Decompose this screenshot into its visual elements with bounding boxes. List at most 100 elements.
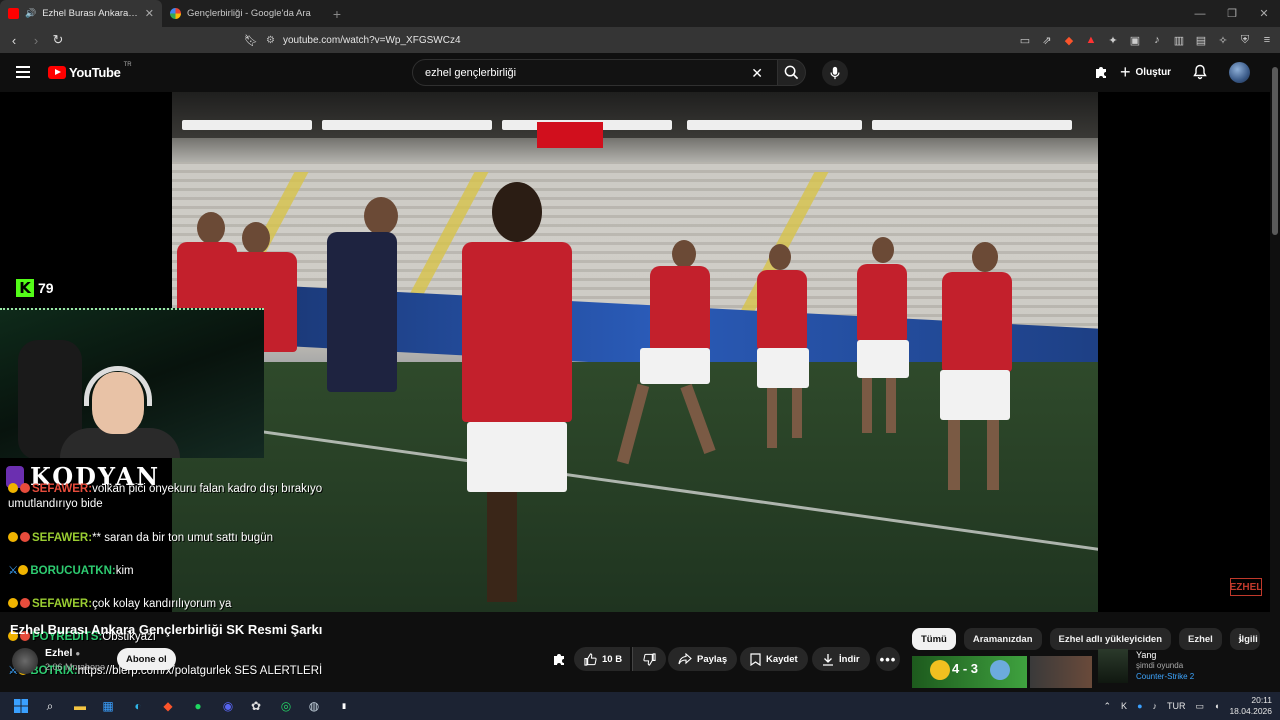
back-icon[interactable]: ‹ bbox=[6, 32, 22, 48]
brave-shield-icon[interactable]: ◆ bbox=[1062, 33, 1076, 47]
sidebar-icon[interactable]: ▥ bbox=[1172, 33, 1186, 47]
share-button[interactable]: Paylaş bbox=[668, 647, 738, 671]
chat-message: SEFAWER:volkan pici onyekuru falan kadro… bbox=[8, 483, 323, 510]
url-text[interactable]: youtube.com/watch?v=Wp_XFGSWCz4 bbox=[283, 35, 461, 46]
scrollbar-thumb[interactable] bbox=[1272, 67, 1278, 235]
account-avatar[interactable] bbox=[1229, 62, 1250, 83]
thumbs-down-icon bbox=[643, 652, 656, 666]
create-button[interactable]: + Oluştur bbox=[1120, 61, 1171, 83]
turkish-flag bbox=[537, 122, 603, 148]
extensions-icon[interactable]: ✦ bbox=[1106, 33, 1120, 47]
badge-icon bbox=[18, 565, 29, 575]
voice-search-button[interactable] bbox=[822, 60, 848, 86]
kick-logo-icon: K bbox=[16, 279, 34, 297]
chip-related[interactable]: İlgili bbox=[1229, 628, 1260, 650]
leo-ai-icon[interactable]: ✧ bbox=[1216, 33, 1230, 47]
search-query[interactable]: ezhel gençlerbirliği bbox=[425, 67, 516, 79]
tab-google[interactable]: Gençlerbirliği - Google'da Ara bbox=[162, 0, 324, 27]
brave-icon[interactable]: ◆ bbox=[158, 696, 178, 716]
forward-icon[interactable]: › bbox=[28, 32, 44, 48]
related-video-thumbnail[interactable] bbox=[1030, 656, 1092, 688]
youtube-favicon-icon bbox=[8, 8, 19, 19]
network-tray-icon[interactable]: ● bbox=[1137, 701, 1142, 711]
dislike-button[interactable] bbox=[632, 647, 666, 671]
epic-games-icon[interactable]: ▮ bbox=[334, 696, 354, 716]
address-bar[interactable]: 🔖︎ ⚙ youtube.com/watch?v=Wp_XFGSWCz4 bbox=[244, 30, 994, 50]
subscribe-button[interactable]: Abone ol bbox=[117, 648, 176, 670]
volume-icon[interactable]: ◖ bbox=[1214, 701, 1219, 711]
new-tab-button[interactable]: + bbox=[324, 0, 350, 27]
close-tab-icon[interactable]: ✕ bbox=[145, 7, 154, 20]
bookmark-icon[interactable]: 🔖︎ bbox=[244, 34, 258, 47]
clear-search-icon[interactable]: ✕ bbox=[751, 65, 763, 82]
site-settings-icon[interactable]: ⚙ bbox=[266, 35, 275, 46]
notifications-bell-icon[interactable] bbox=[1191, 63, 1209, 81]
wallet-icon[interactable]: ▤ bbox=[1194, 33, 1208, 47]
chatgpt-icon[interactable]: ✿ bbox=[246, 696, 266, 716]
headset-icon bbox=[84, 366, 152, 406]
search-button[interactable] bbox=[778, 59, 806, 86]
file-explorer-icon[interactable]: ▬ bbox=[70, 696, 90, 716]
youtube-play-icon bbox=[48, 66, 66, 79]
display-icon[interactable]: ▭ bbox=[1196, 701, 1205, 712]
extension-puzzle-icon[interactable] bbox=[550, 650, 568, 668]
download-icon bbox=[823, 653, 833, 666]
save-button[interactable]: Kaydet bbox=[740, 647, 808, 671]
spotify-icon[interactable]: ● bbox=[188, 696, 208, 716]
toolbar-extensions: ▭ ⇗ ◆ ▲ ✦ ▣ ♪ ▥ ▤ ✧ ⛨ ≡ bbox=[1018, 30, 1274, 50]
tab-youtube[interactable]: 🔊 Ezhel Burası Ankara Gençlerbi ✕ bbox=[0, 0, 162, 27]
close-window-icon[interactable]: ✕ bbox=[1248, 0, 1280, 27]
windows-start-icon[interactable] bbox=[11, 696, 31, 716]
window-controls: — ❐ ✕ bbox=[1184, 0, 1280, 27]
page-scrollbar[interactable] bbox=[1270, 53, 1280, 693]
whatsapp-icon[interactable]: ◎ bbox=[276, 696, 296, 716]
store-icon[interactable]: ▦ bbox=[98, 696, 118, 716]
search-icon bbox=[784, 65, 799, 80]
channel-avatar[interactable] bbox=[12, 648, 38, 674]
hamburger-menu-icon[interactable] bbox=[16, 66, 30, 78]
microphone-tray-icon[interactable]: ♪ bbox=[1153, 701, 1158, 711]
screenshot-icon[interactable]: ▣ bbox=[1128, 33, 1142, 47]
search-input[interactable]: ezhel gençlerbirliği ✕ bbox=[412, 59, 778, 86]
chip-from-search[interactable]: Aramanızdan bbox=[963, 628, 1042, 650]
brave-rewards-icon[interactable]: ▲ bbox=[1084, 33, 1098, 47]
more-actions-button[interactable]: ••• bbox=[876, 647, 900, 671]
cast-icon[interactable]: ▭ bbox=[1018, 33, 1032, 47]
download-button[interactable]: İndir bbox=[812, 647, 870, 671]
related-video-thumbnail[interactable]: 4 - 3 bbox=[912, 656, 1027, 688]
kick-tray-icon[interactable]: K bbox=[1121, 701, 1127, 711]
live-friend-card[interactable]: Yang şimdi oyunda Counter-Strike 2 bbox=[1098, 649, 1258, 685]
discord-icon[interactable]: ◉ bbox=[218, 696, 238, 716]
extension-puzzle-icon[interactable] bbox=[1092, 63, 1110, 81]
share-icon[interactable]: ⇗ bbox=[1040, 33, 1054, 47]
language-indicator[interactable]: TUR bbox=[1167, 701, 1186, 711]
minimize-icon[interactable]: — bbox=[1184, 0, 1216, 27]
reload-icon[interactable]: ↻ bbox=[50, 32, 66, 48]
badge-icon bbox=[20, 532, 30, 542]
ezhel-watermark: EZHEL bbox=[1230, 578, 1262, 596]
tray-overflow-icon[interactable]: ⌃ bbox=[1104, 701, 1112, 712]
youtube-header: YouTube TR ezhel gençlerbirliği ✕ + Oluş… bbox=[0, 53, 1280, 92]
clock[interactable]: 20:11 18.04.2026 bbox=[1229, 695, 1272, 717]
google-favicon-icon bbox=[170, 8, 181, 19]
browser-toolbar: ‹ › ↻ 🔖︎ ⚙ youtube.com/watch?v=Wp_XFGSWC… bbox=[0, 27, 1280, 53]
speaker-icon[interactable]: 🔊 bbox=[25, 8, 36, 19]
chips-next-icon[interactable]: › bbox=[1238, 632, 1242, 647]
chip-from-uploader[interactable]: Ezhel adlı yükleyiciden bbox=[1049, 628, 1171, 650]
badge-icon bbox=[8, 532, 18, 542]
webcam-overlay bbox=[0, 308, 264, 458]
related-filter-chips: Tümü Aramanızdan Ezhel adlı yükleyiciden… bbox=[912, 628, 1260, 650]
restore-icon[interactable]: ❐ bbox=[1216, 0, 1248, 27]
menu-icon[interactable]: ≡ bbox=[1260, 33, 1274, 47]
steam-icon[interactable]: ◍ bbox=[304, 696, 324, 716]
search-icon[interactable]: ⌕ bbox=[40, 696, 60, 716]
channel-name[interactable]: Ezhel ● bbox=[45, 647, 80, 659]
like-button[interactable]: 10 B bbox=[574, 647, 631, 671]
music-icon[interactable]: ♪ bbox=[1150, 33, 1164, 47]
youtube-logo[interactable]: YouTube TR bbox=[48, 62, 132, 80]
chip-all[interactable]: Tümü bbox=[912, 628, 956, 650]
chat-message: SEFAWER:** saran da bir ton umut sattı b… bbox=[8, 531, 338, 546]
edge-icon[interactable]: ◐ bbox=[128, 696, 148, 716]
vpn-icon[interactable]: ⛨ bbox=[1238, 33, 1252, 47]
chip-ezhel[interactable]: Ezhel bbox=[1179, 628, 1222, 650]
